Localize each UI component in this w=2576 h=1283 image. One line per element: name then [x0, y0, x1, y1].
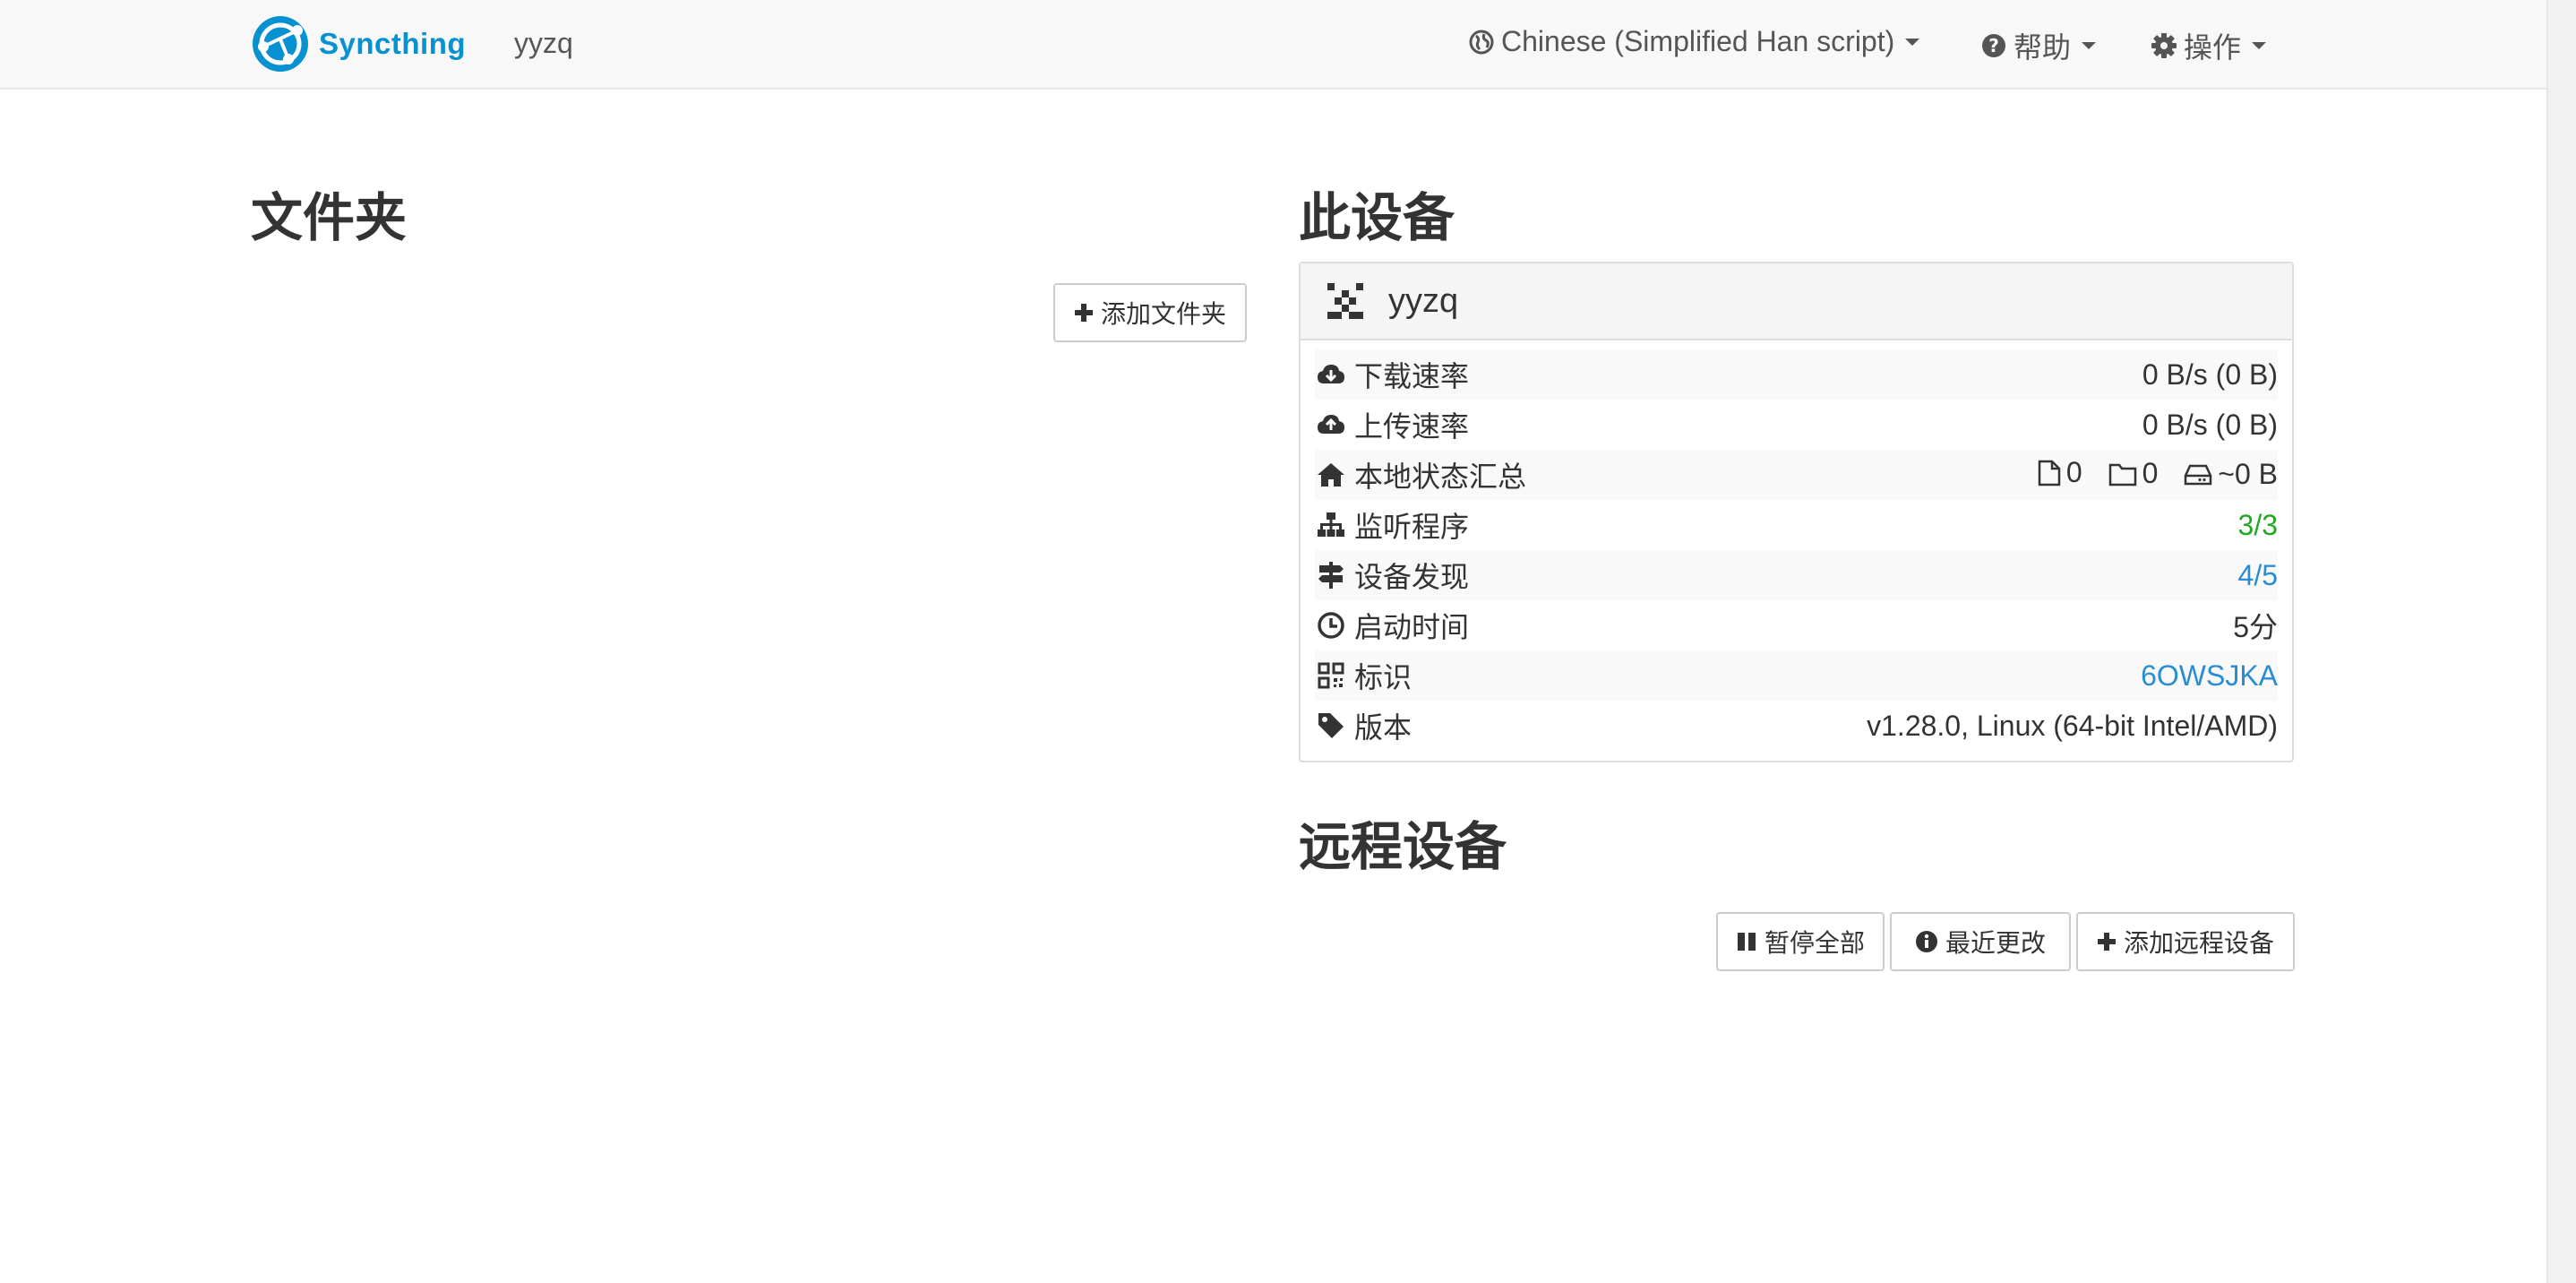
listeners-label: 监听程序 — [1354, 511, 1470, 543]
qrcode-icon — [1318, 662, 1344, 689]
tag-icon — [1318, 713, 1344, 738]
actions-label: 操作 — [2184, 31, 2242, 64]
help-label: 帮助 — [2014, 31, 2072, 64]
discovery-value[interactable]: 4/5 — [2238, 559, 2278, 592]
vertical-scrollbar[interactable] — [2546, 0, 2576, 1283]
file-count-value: 0 — [2065, 456, 2082, 489]
this-device-panel: yyzq 下载速率 0 B/s (0 B) 上传速率 0 B/s (0 B) 本… — [1299, 262, 2294, 762]
local-state-value: 0 0 ~0 B — [2020, 456, 2278, 494]
upload-rate-value: 0 B/s (0 B) — [2142, 408, 2278, 441]
this-device-name: yyzq — [1388, 281, 1459, 320]
local-state-label: 本地状态汇总 — [1354, 461, 1527, 493]
upload-rate-label: 上传速率 — [1354, 410, 1470, 443]
local-state-row: 本地状态汇总 0 0 ~0 B — [1315, 450, 2278, 500]
version-label: 版本 — [1354, 711, 1413, 744]
add-remote-device-button[interactable]: 添加远程设备 — [2076, 912, 2295, 971]
pause-all-label: 暂停全部 — [1764, 929, 1865, 957]
uptime-row: 启动时间 5分 — [1315, 600, 2278, 650]
navbar-device-name: yyzq — [514, 27, 573, 59]
this-device-title: 此设备 — [1299, 189, 1455, 247]
uptime-value: 5分 — [2233, 611, 2278, 643]
folders-title: 文件夹 — [251, 189, 408, 247]
pause-all-button[interactable]: 暂停全部 — [1716, 912, 1885, 971]
identification-row: 标识 6OWSJKA — [1315, 650, 2278, 701]
help-menu[interactable]: ? 帮助 — [1981, 25, 2097, 66]
recent-changes-label: 最近更改 — [1945, 929, 2046, 957]
chevron-down-icon — [2252, 42, 2267, 49]
language-menu[interactable]: Chinese (Simplified Han script) — [1469, 25, 1920, 58]
folder-icon — [2108, 463, 2136, 486]
add-folder-label: 添加文件夹 — [1100, 300, 1226, 328]
download-rate-value: 0 B/s (0 B) — [2142, 357, 2278, 391]
disk-usage: ~0 B — [2184, 458, 2278, 491]
folder-count-value: 0 — [2142, 457, 2159, 490]
file-count: 0 — [2038, 456, 2082, 489]
info-circle-icon — [1915, 931, 1937, 952]
sitemap-icon — [1318, 512, 1344, 537]
cloud-upload-icon — [1318, 415, 1344, 434]
gear-icon — [2151, 33, 2177, 58]
version-row: 版本 v1.28.0, Linux (64-bit Intel/AMD) — [1315, 701, 2278, 751]
clock-icon — [1318, 612, 1344, 639]
download-rate-row: 下载速率 0 B/s (0 B) — [1315, 349, 2278, 400]
file-icon — [2038, 460, 2061, 486]
listeners-row: 监听程序 3/3 — [1315, 500, 2278, 550]
globe-icon — [1469, 30, 1494, 54]
brand-logo[interactable]: Syncthing — [251, 14, 466, 73]
add-remote-device-label: 添加远程设备 — [2123, 929, 2274, 957]
remote-devices-title: 远程设备 — [1299, 818, 1507, 876]
pause-icon — [1737, 933, 1756, 951]
device-id-link[interactable]: 6OWSJKA — [2141, 659, 2278, 693]
add-folder-button[interactable]: 添加文件夹 — [1053, 283, 1247, 342]
question-circle-icon: ? — [1982, 34, 2005, 57]
uptime-label: 启动时间 — [1354, 611, 1470, 643]
folder-count: 0 — [2108, 457, 2159, 490]
identification-label: 标识 — [1354, 661, 1413, 693]
plus-icon — [1074, 304, 1093, 322]
this-device-heading[interactable]: yyzq — [1301, 263, 2292, 340]
listeners-value[interactable]: 3/3 — [2238, 509, 2278, 542]
recent-changes-button[interactable]: 最近更改 — [1890, 912, 2071, 971]
version-value: v1.28.0, Linux (64-bit Intel/AMD) — [1867, 709, 2278, 742]
home-icon — [1318, 463, 1344, 487]
hdd-icon — [2185, 464, 2212, 485]
discovery-row: 设备发现 4/5 — [1315, 550, 2278, 600]
chevron-down-icon — [2082, 42, 2097, 49]
svg-text:?: ? — [1988, 35, 1999, 56]
language-label: Chinese (Simplified Han script) — [1501, 25, 1895, 57]
plus-icon — [2097, 933, 2116, 951]
disk-usage-value: ~0 B — [2218, 458, 2278, 491]
signpost-icon — [1318, 562, 1344, 589]
brand-name: Syncthing — [319, 27, 467, 60]
syncthing-logo-icon — [253, 16, 308, 72]
upload-rate-row: 上传速率 0 B/s (0 B) — [1315, 400, 2278, 450]
actions-menu[interactable]: 操作 — [2151, 25, 2267, 66]
navbar: Syncthing yyzq Chinese (Simplified Han s… — [0, 0, 2546, 90]
chevron-down-icon — [1905, 38, 1920, 46]
download-rate-label: 下载速率 — [1354, 360, 1470, 392]
discovery-label: 设备发现 — [1354, 561, 1470, 593]
device-identicon-icon — [1327, 283, 1363, 319]
cloud-download-icon — [1318, 365, 1344, 383]
